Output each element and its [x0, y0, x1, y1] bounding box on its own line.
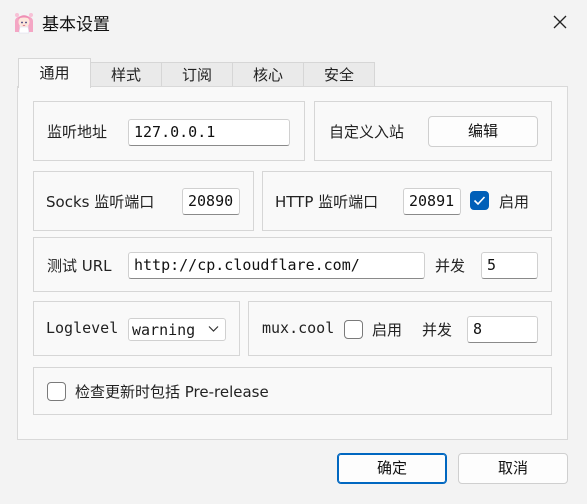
test-url-group: 测试 URL http://cp.cloudflare.com/ 并发 5: [33, 237, 552, 292]
mux-group: mux.cool 启用 并发 8: [248, 301, 552, 356]
tab-subscription[interactable]: 订阅: [161, 62, 233, 86]
edit-inbound-button[interactable]: 编辑: [428, 116, 538, 147]
tab-security[interactable]: 安全: [303, 62, 375, 86]
http-port-input[interactable]: 20891: [403, 188, 461, 215]
listen-address-input[interactable]: 127.0.0.1: [128, 119, 290, 146]
test-url-label: 测试 URL: [47, 257, 112, 275]
cancel-button[interactable]: 取消: [458, 453, 568, 484]
settings-dialog: 基本设置 通用 样式 订阅 核心 安全 监听地址 127.0.0.1 自定义入站…: [0, 0, 587, 504]
socks-port-group: Socks 监听端口 20890: [33, 171, 254, 231]
loglevel-select[interactable]: warning: [128, 318, 226, 341]
checkmark-icon: [473, 196, 486, 206]
mux-concurrency-input[interactable]: 8: [467, 316, 538, 343]
test-concurrency-input[interactable]: 5: [481, 252, 538, 279]
title-bar[interactable]: 基本设置: [0, 0, 587, 44]
close-button[interactable]: [540, 6, 580, 38]
loglevel-selected-value: warning: [132, 321, 196, 339]
mux-enabled-checkbox[interactable]: [344, 320, 363, 339]
tab-core-label: 核心: [252, 66, 283, 84]
test-url-input[interactable]: http://cp.cloudflare.com/: [128, 252, 425, 279]
loglevel-group: Loglevel warning: [33, 301, 240, 356]
http-enabled-label: 启用: [499, 193, 530, 211]
custom-inbound-group: 自定义入站 编辑: [314, 101, 552, 161]
tab-security-label: 安全: [323, 66, 354, 84]
window-title: 基本设置: [42, 15, 110, 35]
http-port-group: HTTP 监听端口 20891 启用: [262, 171, 552, 231]
loglevel-label: Loglevel: [46, 319, 119, 337]
chevron-down-icon: [208, 326, 219, 332]
tab-style[interactable]: 样式: [90, 62, 162, 86]
tab-core[interactable]: 核心: [232, 62, 304, 86]
listen-address-group: 监听地址 127.0.0.1: [33, 101, 305, 161]
tab-subscription-label: 订阅: [181, 66, 212, 84]
general-tab-panel: 监听地址 127.0.0.1 自定义入站 编辑 Socks 监听端口 20890…: [17, 86, 568, 440]
anime-character-app-icon: [15, 13, 33, 34]
prerelease-label: 检查更新时包括 Pre-release: [75, 383, 269, 401]
close-icon: [553, 15, 567, 29]
prerelease-checkbox[interactable]: [47, 382, 66, 401]
test-concurrency-label: 并发: [435, 257, 466, 275]
http-port-label: HTTP 监听端口: [275, 193, 379, 211]
tab-style-label: 样式: [110, 66, 141, 84]
socks-port-input[interactable]: 20890: [182, 188, 240, 215]
ok-button[interactable]: 确定: [337, 453, 447, 484]
listen-address-label: 监听地址: [47, 123, 108, 141]
mux-enabled-label: 启用: [372, 321, 403, 339]
tab-general-label: 通用: [39, 64, 70, 82]
tab-general[interactable]: 通用: [18, 58, 91, 88]
prerelease-group: 检查更新时包括 Pre-release: [33, 367, 552, 415]
custom-inbound-label: 自定义入站: [329, 123, 405, 141]
mux-concurrency-label: 并发: [422, 321, 453, 339]
http-enabled-checkbox[interactable]: [470, 191, 489, 210]
socks-port-label: Socks 监听端口: [46, 193, 155, 211]
mux-label: mux.cool: [262, 319, 335, 337]
